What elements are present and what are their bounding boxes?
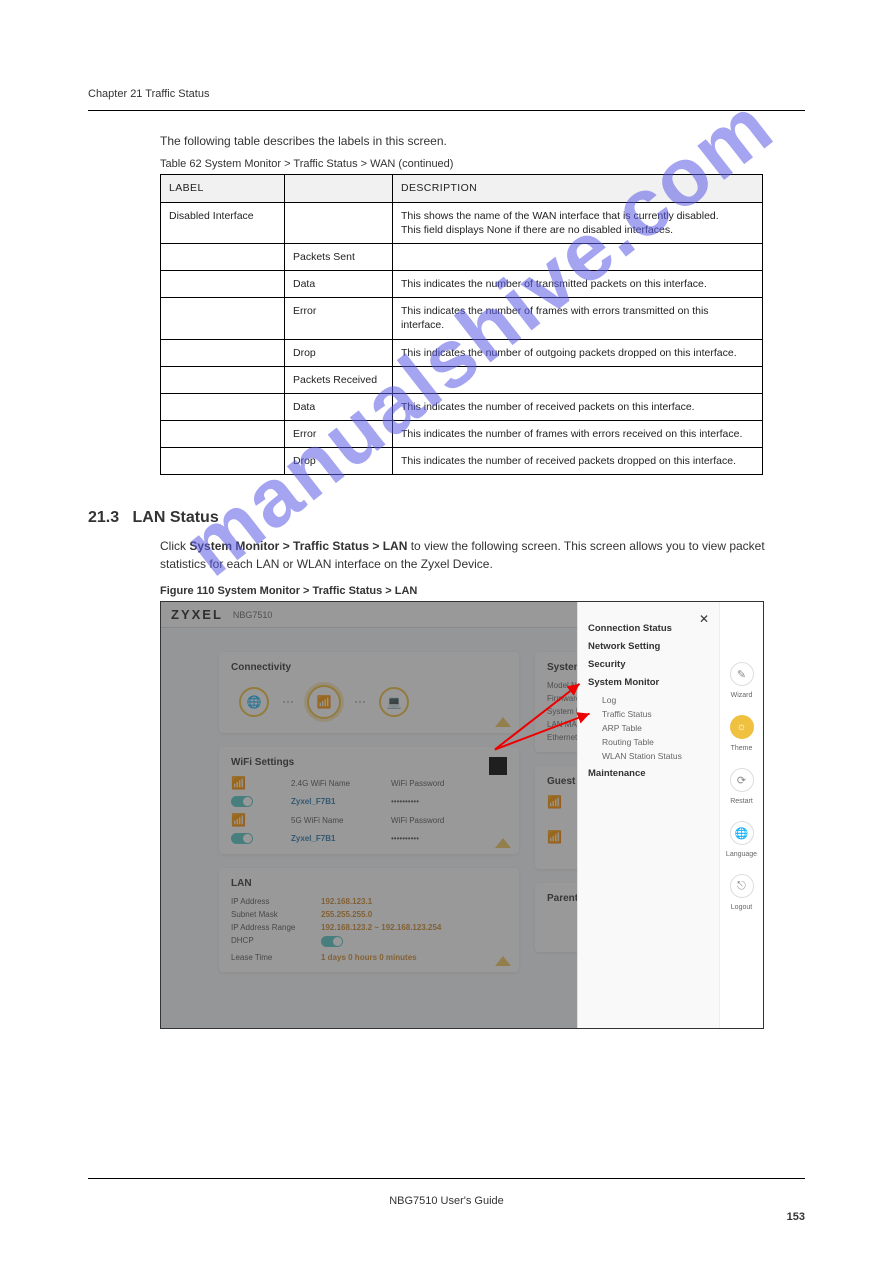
running-header: Chapter 21 Traffic Status	[88, 88, 805, 100]
drawer-item[interactable]: Maintenance	[588, 768, 709, 779]
wizard-label: Wizard	[731, 692, 753, 699]
section-number: 21.3	[88, 509, 119, 526]
drawer-subitem[interactable]: Routing Table	[602, 737, 709, 747]
table-row: DataThis indicates the number of transmi…	[161, 271, 763, 298]
wifi-5-toggle[interactable]	[231, 833, 253, 844]
wifi-pw-label: WiFi Password	[391, 779, 481, 788]
connectivity-title: Connectivity	[231, 662, 507, 673]
lan-dhcp-toggle[interactable]	[321, 936, 343, 947]
language-button[interactable]: 🌐	[730, 821, 754, 845]
lan-lease-value: 1 days 0 hours 0 minutes	[321, 953, 507, 962]
wifi-24-pw: ••••••••••	[391, 797, 481, 806]
router-icon: 📶	[307, 685, 341, 719]
card-accent-icon	[495, 717, 511, 727]
lan-mask-label: Subnet Mask	[231, 910, 321, 919]
logout-button[interactable]: ⎋	[730, 874, 754, 898]
restart-button[interactable]: ⟳	[730, 768, 754, 792]
theme-label: Theme	[731, 745, 753, 752]
lan-dhcp-label: DHCP	[231, 936, 321, 949]
table-row: Disabled InterfaceThis shows the name of…	[161, 202, 763, 243]
wifi-settings-title: WiFi Settings	[231, 757, 507, 768]
laptop-icon: 💻	[379, 687, 409, 717]
card-accent-icon	[495, 838, 511, 848]
footer-rule	[88, 1178, 805, 1179]
table-row: DropThis indicates the number of receive…	[161, 448, 763, 475]
drawer-subitem[interactable]: ARP Table	[602, 723, 709, 733]
wifi-5-pw: ••••••••••	[391, 834, 481, 843]
theme-button[interactable]: ☼	[730, 715, 754, 739]
figure-caption: Figure 110 System Monitor > Traffic Stat…	[160, 585, 764, 597]
intro-paragraph: The following table describes the labels…	[160, 133, 805, 150]
lan-mask-value: 255.255.255.0	[321, 910, 507, 919]
table-row: Packets Sent	[161, 243, 763, 270]
th-blank	[285, 175, 393, 202]
embedded-screenshot: ZYXEL NBG7510 Connectivity 🌐 📶 💻	[160, 601, 764, 1029]
lan-ip-value: 192.168.123.1	[321, 897, 507, 906]
wifi-24-label: 2.4G WiFi Name	[291, 779, 381, 788]
table-header-row: LABEL DESCRIPTION	[161, 175, 763, 202]
wifi-24-toggle[interactable]	[231, 796, 253, 807]
close-icon[interactable]: ✕	[699, 612, 709, 626]
lan-range-value: 192.168.123.2 ~ 192.168.123.254	[321, 923, 507, 932]
side-rail: ✎ Wizard ☼ Theme ⟳ Restart 🌐 Language ⎋ Logout	[719, 602, 763, 1028]
drawer-subitem[interactable]: WLAN Station Status	[602, 751, 709, 761]
language-label: Language	[726, 851, 757, 858]
wifi-5-icon: 📶	[231, 813, 281, 827]
wifi-5-ssid: Zyxel_F7B1	[291, 834, 381, 843]
section-heading: 21.3 LAN Status	[88, 509, 805, 527]
lan-ip-label: IP Address	[231, 897, 321, 906]
table-caption: Table 62 System Monitor > Traffic Status…	[160, 158, 805, 170]
section-body: Click System Monitor > Traffic Status > …	[160, 537, 805, 573]
connectivity-card: Connectivity 🌐 📶 💻	[219, 652, 519, 733]
drawer-item[interactable]: Security	[588, 659, 709, 670]
page-number: 153	[787, 1211, 805, 1223]
lan-range-label: IP Address Range	[231, 923, 321, 932]
lan-card: LAN IP Address 192.168.123.1 Subnet Mask…	[219, 868, 519, 972]
qr-code-icon[interactable]	[487, 755, 509, 777]
brand-logo: ZYXEL	[171, 607, 223, 622]
th-label: LABEL	[161, 175, 285, 202]
wizard-button[interactable]: ✎	[730, 662, 754, 686]
drawer-subitem[interactable]: Traffic Status	[602, 709, 709, 719]
card-accent-icon	[495, 956, 511, 966]
wifi-pw-label-2: WiFi Password	[391, 816, 481, 825]
drawer-item[interactable]: Network Setting	[588, 641, 709, 652]
wifi-5-label: 5G WiFi Name	[291, 816, 381, 825]
lan-lease-label: Lease Time	[231, 953, 321, 962]
table-row: ErrorThis indicates the number of frames…	[161, 298, 763, 339]
table-row: Packets Received	[161, 366, 763, 393]
table-row: DataThis indicates the number of receive…	[161, 393, 763, 420]
wifi-24-ssid: Zyxel_F7B1	[291, 797, 381, 806]
lan-title: LAN	[231, 878, 507, 889]
drawer-item[interactable]: System Monitor	[588, 677, 709, 688]
table-row: DropThis indicates the number of outgoin…	[161, 339, 763, 366]
model-name: NBG7510	[233, 610, 273, 620]
restart-label: Restart	[730, 798, 753, 805]
drawer-item[interactable]: Connection Status	[588, 623, 709, 634]
drawer-subitem[interactable]: Log	[602, 695, 709, 705]
nav-drawer: ✕ Connection Status Network Setting Securi…	[577, 602, 719, 1028]
section-title: LAN Status	[132, 509, 218, 526]
wifi-24-icon: 📶	[231, 776, 281, 790]
parameters-table: LABEL DESCRIPTION Disabled InterfaceThis…	[160, 174, 763, 475]
footer-text: NBG7510 User's Guide	[88, 1195, 805, 1207]
logout-label: Logout	[731, 904, 752, 911]
table-row: ErrorThis indicates the number of frames…	[161, 421, 763, 448]
globe-icon: 🌐	[239, 687, 269, 717]
header-rule	[88, 110, 805, 111]
wifi-settings-card: WiFi Settings 📶 2.4G WiFi Name WiFi Pass…	[219, 747, 519, 854]
th-description: DESCRIPTION	[393, 175, 763, 202]
